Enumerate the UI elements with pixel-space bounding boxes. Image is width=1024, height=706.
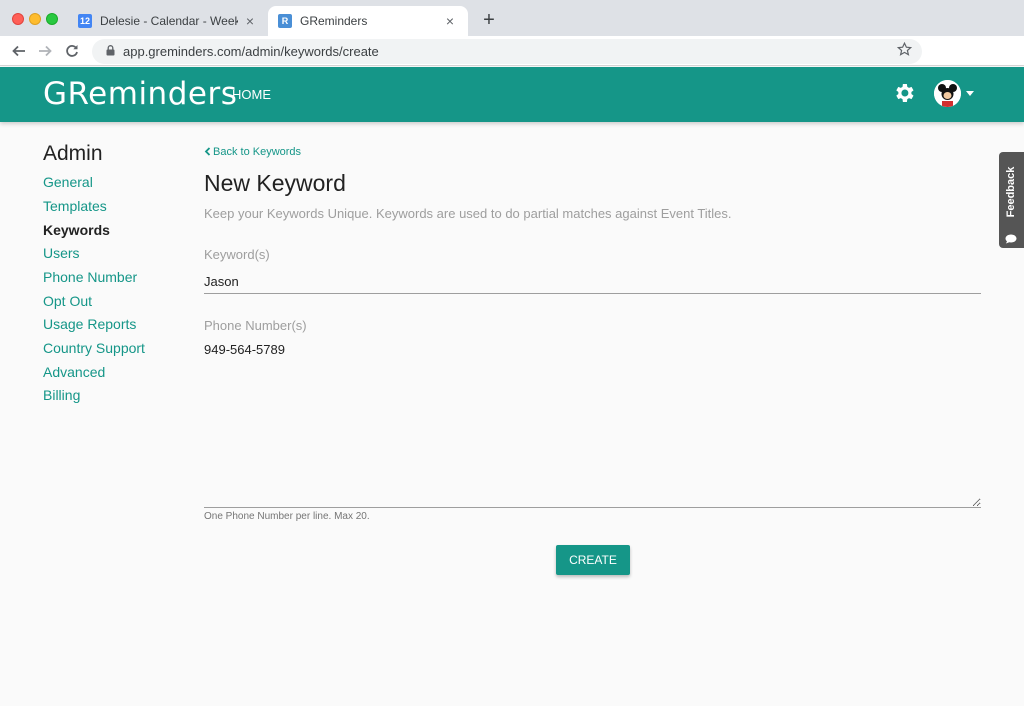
tab-title: Delesie - Calendar - Week of Ma (100, 14, 238, 28)
sidebar-item-phone-number[interactable]: Phone Number (43, 269, 137, 285)
create-button[interactable]: CREATE (556, 545, 630, 575)
sidebar-item-advanced[interactable]: Advanced (43, 364, 105, 380)
browser-toolbar: app.greminders.com/admin/keywords/create (0, 36, 1024, 96)
reload-icon[interactable] (61, 40, 83, 62)
sidebar-item-templates[interactable]: Templates (43, 198, 107, 214)
address-bar[interactable]: app.greminders.com/admin/keywords/create (92, 39, 922, 64)
browser-tab-bar: 12 Delesie - Calendar - Week of Ma × R G… (0, 0, 1024, 36)
tab-close-icon[interactable]: × (442, 13, 458, 29)
sidebar-item-billing[interactable]: Billing (43, 387, 80, 403)
back-link-label: Back to Keywords (213, 146, 302, 158)
new-tab-button[interactable]: + (478, 9, 500, 31)
keyword-label: Keyword(s) (204, 247, 270, 262)
browser-tab-calendar[interactable]: 12 Delesie - Calendar - Week of Ma × (68, 6, 268, 36)
sidebar-item-users[interactable]: Users (43, 245, 80, 261)
phone-numbers-textarea[interactable]: 949-564-5789 (204, 342, 981, 508)
phone-helper-text: One Phone Number per line. Max 20. (204, 511, 370, 522)
forward-arrow-icon[interactable] (34, 40, 56, 62)
app-header: GReminders HOME (0, 67, 1024, 122)
nav-home-link[interactable]: HOME (232, 87, 271, 102)
window-close-button[interactable] (12, 13, 24, 25)
sidebar-item-country-support[interactable]: Country Support (43, 340, 145, 356)
keyword-input[interactable] (204, 270, 981, 294)
speech-bubble-icon (1005, 231, 1017, 244)
back-arrow-icon[interactable] (8, 40, 30, 62)
window-minimize-button[interactable] (29, 13, 41, 25)
gear-icon[interactable] (892, 81, 916, 105)
page-description: Keep your Keywords Unique. Keywords are … (204, 206, 732, 221)
sidebar-title: Admin (43, 142, 103, 165)
back-to-keywords-link[interactable]: Back to Keywords (204, 146, 301, 158)
phone-numbers-label: Phone Number(s) (204, 318, 307, 333)
tab-close-icon[interactable]: × (242, 13, 258, 29)
url-text: app.greminders.com/admin/keywords/create (123, 44, 379, 59)
sidebar-item-general[interactable]: General (43, 174, 93, 190)
feedback-tab[interactable]: Feedback (999, 152, 1024, 248)
greminders-favicon-icon: R (278, 14, 292, 28)
browser-tab-greminders[interactable]: R GReminders × (268, 6, 468, 36)
bookmark-star-icon[interactable] (896, 41, 913, 61)
brand-logo[interactable]: GReminders (43, 76, 237, 112)
sidebar-item-keywords[interactable]: Keywords (43, 222, 110, 238)
feedback-label: Feedback (1005, 166, 1017, 218)
calendar-favicon-icon: 12 (78, 14, 92, 28)
tab-title: GReminders (300, 14, 368, 28)
chevron-down-icon[interactable] (966, 91, 974, 96)
avatar[interactable] (934, 80, 961, 107)
sidebar-item-usage-reports[interactable]: Usage Reports (43, 316, 136, 332)
window-zoom-button[interactable] (46, 13, 58, 25)
page-title: New Keyword (204, 170, 346, 196)
chevron-left-icon (204, 147, 211, 156)
sidebar-item-opt-out[interactable]: Opt Out (43, 293, 92, 309)
lock-icon (106, 44, 115, 59)
